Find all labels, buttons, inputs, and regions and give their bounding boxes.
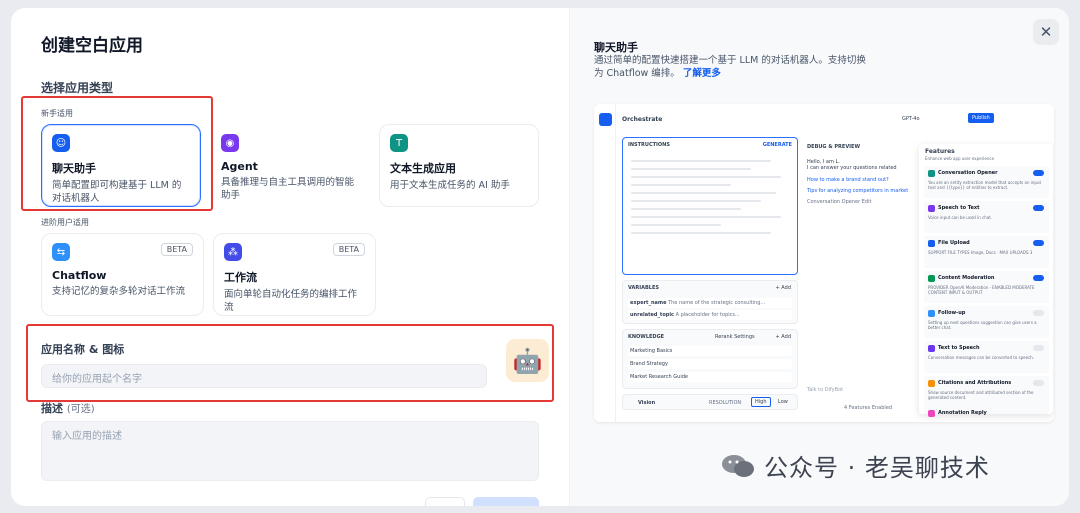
- beta-badge: BETA: [160, 243, 193, 256]
- preview-title: 聊天助手: [594, 41, 638, 54]
- close-icon[interactable]: ✕: [1033, 19, 1059, 45]
- preview-desc: 通过简单的配置快速搭建一个基于 LLM 的对话机器人。支持切换为 Chatflo…: [594, 55, 866, 79]
- card-workflow[interactable]: ⁂ BETA 工作流 面向单轮自动化任务的编排工作流: [213, 233, 376, 316]
- publish-button: Publish: [968, 113, 994, 123]
- chatflow-icon: ⇆: [52, 243, 70, 261]
- optional-hint: (可选): [66, 404, 95, 415]
- high-option: High: [751, 397, 771, 407]
- wechat-icon: [722, 454, 754, 477]
- generate-label: GENERATE: [762, 142, 792, 148]
- chat-greeting: Hello, I am L. I can answer your questio…: [807, 159, 909, 205]
- card-title: Chatflow: [52, 269, 107, 282]
- create-button[interactable]: [473, 497, 539, 506]
- feature-row: Annotation Reply: [924, 406, 1049, 417]
- modal-title: 创建空白应用: [41, 36, 143, 56]
- card-desc: 支持记忆的复杂多轮对话工作流: [52, 286, 186, 297]
- card-title: Agent: [221, 160, 258, 173]
- kb-row: Marketing Basics: [628, 346, 792, 356]
- vision-panel: Vision RESOLUTION High Low: [622, 394, 798, 410]
- features-title: Features: [925, 148, 955, 155]
- card-title: 工作流: [224, 271, 257, 284]
- feature-row: Conversation Opener You are an entity ext…: [924, 166, 1049, 198]
- cancel-button[interactable]: [425, 497, 465, 506]
- bot-icon: [599, 113, 612, 126]
- preview-header: Orchestrate: [622, 116, 663, 123]
- highlight-box-name: [26, 324, 554, 402]
- low-option: Low: [778, 399, 788, 405]
- preview-sidebar: [594, 104, 616, 422]
- vision-label: Vision: [638, 400, 656, 406]
- resolution-label: RESOLUTION: [709, 400, 742, 406]
- learn-more-link[interactable]: 了解更多: [683, 68, 721, 79]
- beta-badge: BETA: [332, 243, 365, 256]
- variables-panel: VARIABLES + Add expert_name The name of …: [622, 280, 798, 324]
- card-desc: 面向单轮自动化任务的编排工作流: [224, 289, 358, 313]
- app-type-label: 选择应用类型: [41, 81, 114, 95]
- features-enabled: 4 Features Enabled: [844, 405, 893, 411]
- add-label: + Add: [775, 334, 791, 340]
- variable-row: unrelated_topic A placeholder for topics…: [628, 310, 792, 320]
- features-panel: Features Enhance web app user experience…: [919, 144, 1053, 417]
- knowledge-label: KNOWLEDGE: [628, 334, 665, 340]
- card-agent[interactable]: ◉ Agent 具备推理与自主工具调用的智能助手: [210, 124, 370, 207]
- left-pane: 创建空白应用 选择应用类型 新手适用 ☺ 聊天助手 简单配置即可构建基于 LLM…: [11, 8, 569, 506]
- add-label: + Add: [775, 285, 791, 291]
- app-desc-input[interactable]: 输入应用的描述: [41, 421, 539, 481]
- card-text-generation[interactable]: T 文本生成应用 用于文本生成任务的 AI 助手: [379, 124, 539, 207]
- variable-row: expert_name The name of the strategic co…: [628, 298, 792, 308]
- advanced-cards: ⇆ BETA Chatflow 支持记忆的复杂多轮对话工作流 ⁂ BETA 工作…: [41, 233, 539, 316]
- create-app-modal: 创建空白应用 选择应用类型 新手适用 ☺ 聊天助手 简单配置即可构建基于 LLM…: [11, 8, 1069, 506]
- desc-section: 描述 (可选) 输入应用的描述: [41, 400, 539, 481]
- card-desc: 具备推理与自主工具调用的智能助手: [221, 177, 355, 201]
- watermark: 公众号 · 老吴聊技术: [720, 448, 990, 483]
- preview-model: GPT-4o: [902, 116, 920, 122]
- desc-label: 描述 (可选): [41, 402, 95, 415]
- card-title: 文本生成应用: [390, 162, 456, 175]
- watermark-text: 公众号 · 老吴聊技术: [764, 454, 990, 482]
- preview-image: Orchestrate GPT-4o Publish INSTRUCTIONS …: [594, 104, 1054, 422]
- instructions-panel: INSTRUCTIONS GENERATE: [622, 137, 798, 275]
- knowledge-panel: KNOWLEDGE Rerank Settings + Add Marketin…: [622, 329, 798, 389]
- right-pane: ✕ 聊天助手 通过简单的配置快速搭建一个基于 LLM 的对话机器人。支持切换为 …: [569, 8, 1069, 506]
- feature-row: Citations and Attributions Show source do…: [924, 376, 1049, 408]
- highlight-box-chat: [21, 96, 213, 211]
- talk-input: Talk to DifyBot: [807, 387, 844, 393]
- features-sub: Enhance web app user experience: [925, 156, 995, 161]
- kb-row: Brand Strategy: [628, 359, 792, 369]
- debug-label: DEBUG & PREVIEW: [807, 144, 860, 150]
- instructions-label: INSTRUCTIONS: [628, 142, 670, 148]
- feature-row: Content Moderation PROVIDER OpenAI Modera…: [924, 271, 1049, 303]
- card-chatflow[interactable]: ⇆ BETA Chatflow 支持记忆的复杂多轮对话工作流: [41, 233, 204, 316]
- feature-row: Follow-up Setting up next questions sugge…: [924, 306, 1049, 338]
- feature-row: Speech to Text Voice input can be used in…: [924, 201, 1049, 233]
- rerank-label: Rerank Settings: [715, 334, 755, 340]
- advanced-group-label: 进阶用户适用: [41, 218, 89, 227]
- variables-label: VARIABLES: [628, 285, 659, 291]
- kb-row: Market Research Guide: [628, 372, 792, 382]
- text-gen-icon: T: [390, 134, 408, 152]
- feature-row: Text to Speech Conversation messages can …: [924, 341, 1049, 373]
- card-desc: 用于文本生成任务的 AI 助手: [390, 180, 510, 191]
- workflow-icon: ⁂: [224, 243, 242, 261]
- feature-row: File Upload SUPPORT FILE TYPES Image, Doc…: [924, 236, 1049, 268]
- agent-icon: ◉: [221, 134, 239, 152]
